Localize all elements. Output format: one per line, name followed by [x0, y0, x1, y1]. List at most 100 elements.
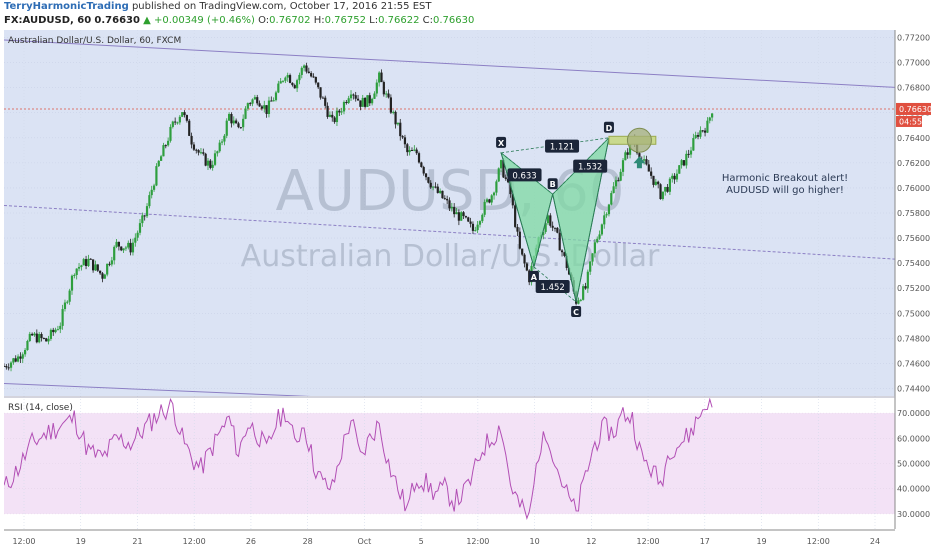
candle-body: [455, 212, 458, 215]
candle-body: [495, 181, 498, 193]
pattern-point-label: X: [498, 139, 505, 148]
candle-body: [260, 106, 264, 109]
candle-body: [673, 175, 676, 180]
candle-body: [591, 253, 594, 262]
candle-body: [300, 67, 303, 75]
candle-body: [471, 223, 475, 231]
candle-body: [122, 248, 125, 251]
candle-body: [621, 160, 625, 172]
candle-body: [582, 286, 585, 300]
candle-body: [371, 98, 374, 104]
candle-body: [148, 195, 151, 207]
candle-body: [682, 160, 686, 166]
candle-body: [319, 87, 322, 98]
candle-body: [551, 225, 554, 228]
ratio-text: 0.633: [512, 171, 536, 181]
candle-body: [284, 77, 287, 81]
candle-body: [9, 362, 13, 368]
candle-body: [117, 241, 120, 247]
time-tick-label: 19: [76, 537, 86, 546]
ratio-label: 0.633: [507, 168, 542, 182]
candle-body: [303, 65, 306, 68]
time-tick-label: Oct: [357, 537, 371, 546]
candle-body: [331, 114, 334, 118]
chart-canvas[interactable]: AUDUSD, 60 Australian Dollar/U.S. Dollar…: [0, 0, 932, 550]
candle-body: [462, 212, 465, 217]
candle-body: [84, 259, 88, 266]
candle-body: [230, 113, 233, 124]
candle-body: [263, 105, 266, 109]
candle-body: [363, 97, 367, 107]
candle-body: [399, 122, 402, 137]
candle-body: [617, 180, 620, 182]
candle-body: [504, 177, 507, 179]
candle-body: [101, 273, 104, 279]
pattern-point-label: C: [573, 308, 579, 317]
candle-body: [31, 333, 34, 336]
candle-body: [694, 135, 697, 139]
candle-body: [176, 122, 179, 124]
candle-body: [120, 246, 123, 251]
candle-body: [680, 160, 683, 166]
candle-body: [556, 227, 559, 233]
countdown-tag-text: 04:55: [899, 117, 922, 126]
price-tick-label: 0.76200: [897, 159, 930, 168]
candle-body: [202, 152, 205, 154]
candle-body: [274, 92, 278, 101]
candle-body: [220, 141, 224, 143]
candle-body: [643, 159, 646, 161]
candle-body: [106, 263, 109, 275]
candle-body: [26, 340, 29, 350]
candle-body: [277, 83, 280, 93]
candle-body: [605, 214, 608, 216]
candle-body: [307, 71, 310, 74]
time-tick-label: 26: [246, 537, 256, 546]
candle-body: [94, 264, 97, 271]
candle-body: [497, 168, 500, 182]
candle-body: [699, 130, 702, 137]
candle-body: [474, 230, 477, 232]
candle-body: [553, 227, 557, 229]
candle-body: [328, 114, 332, 117]
candle-body: [664, 186, 667, 192]
candle-body: [197, 150, 200, 153]
price-tick-label: 0.77200: [897, 34, 930, 43]
candle-body: [155, 166, 158, 186]
candle-body: [443, 198, 446, 200]
candle-body: [59, 325, 62, 330]
ratio-text: 1.532: [578, 163, 602, 173]
candle-body: [457, 212, 460, 221]
candle-body: [209, 160, 212, 168]
candle-body: [178, 116, 181, 123]
candle-body: [152, 185, 156, 190]
candle-body: [448, 200, 451, 209]
annotation-text: AUDUSD will go higher!: [726, 185, 844, 196]
candle-body: [218, 142, 221, 152]
candle-body: [446, 198, 449, 201]
candle-body: [298, 74, 301, 81]
candle-body: [624, 152, 627, 161]
candle-body: [703, 130, 707, 133]
candle-body: [584, 286, 587, 289]
candle-body: [373, 93, 376, 99]
candle-body: [460, 212, 463, 221]
candle-body: [185, 115, 188, 121]
candle-body: [410, 150, 414, 152]
candle-body: [99, 270, 102, 274]
candle-body: [70, 275, 74, 291]
candle-body: [159, 156, 163, 161]
annotation-text: Harmonic Breakout alert!: [722, 173, 848, 184]
candle-body: [270, 100, 273, 102]
candle-body: [265, 105, 268, 114]
candle-body: [204, 153, 207, 166]
candle-body: [49, 329, 52, 339]
candle-body: [441, 190, 444, 199]
candle-body: [401, 136, 404, 138]
candle-body: [408, 150, 411, 153]
time-tick-label: 5: [419, 537, 424, 546]
price-tick-label: 0.74400: [897, 384, 930, 393]
candle-body: [354, 95, 357, 99]
rsi-pane-title: RSI (14, close): [8, 403, 73, 413]
pattern-point-b: B: [547, 178, 558, 190]
candle-body: [333, 117, 336, 123]
